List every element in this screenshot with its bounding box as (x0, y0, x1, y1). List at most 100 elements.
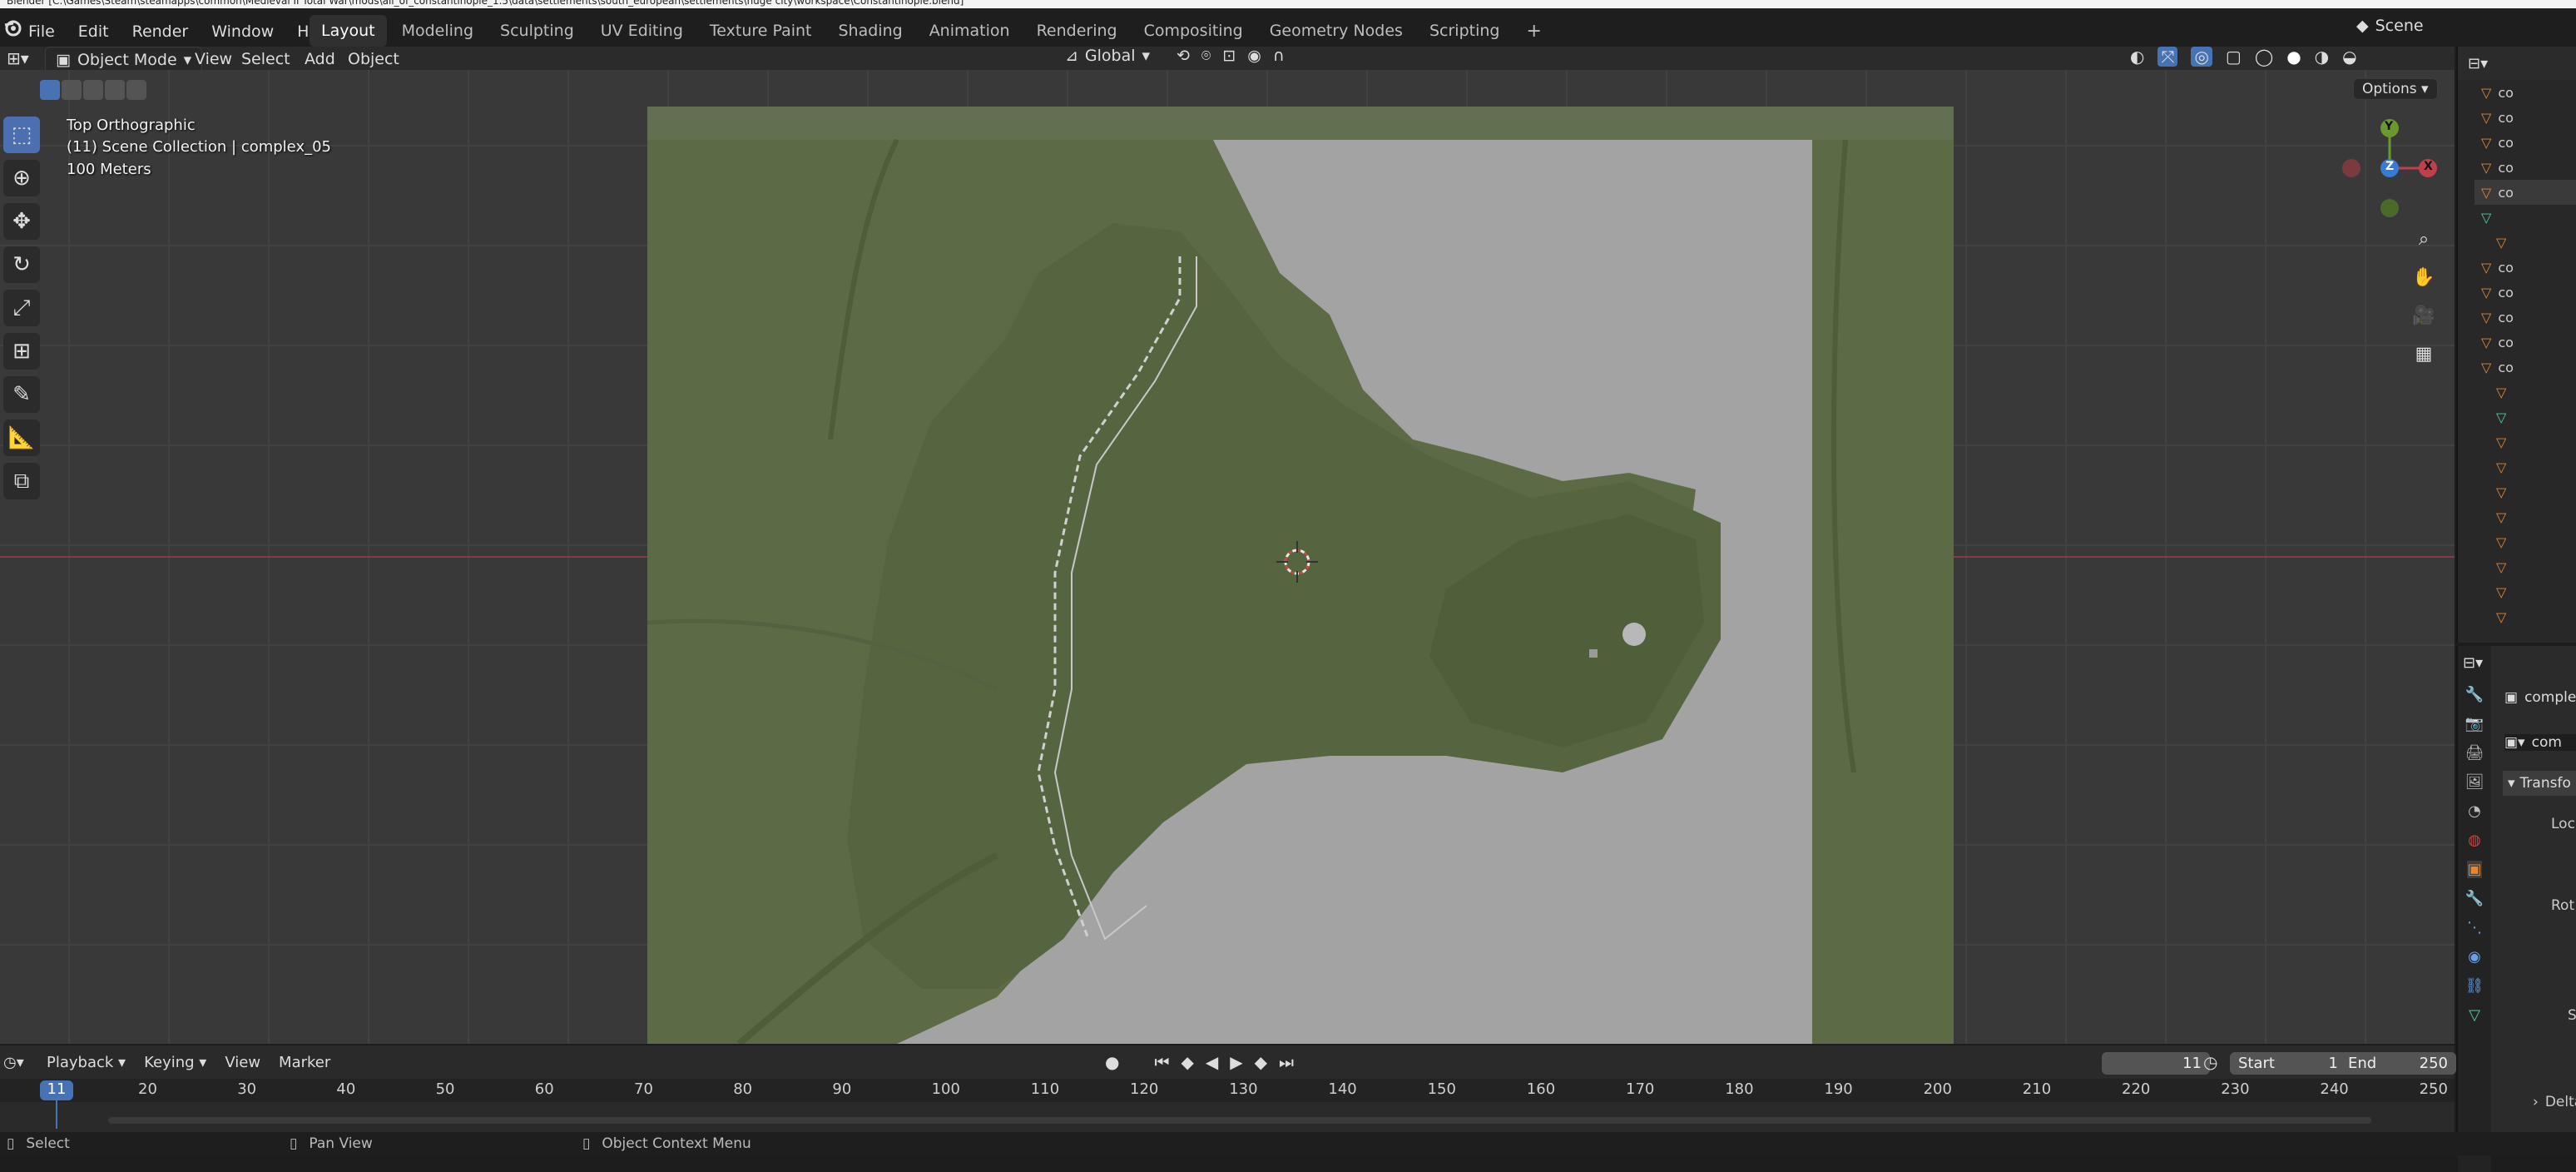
jump-start-icon[interactable]: ⏮ (1154, 1052, 1169, 1072)
scene-properties-icon[interactable]: ◔ (2468, 802, 2481, 820)
viewport-menu-select[interactable]: Select (241, 50, 290, 68)
timeline-menu-marker[interactable]: Marker (279, 1054, 330, 1071)
3d-cursor-icon[interactable] (1276, 541, 1318, 586)
timeline-menu-keying[interactable]: Keying ▾ (144, 1054, 206, 1071)
outliner-row[interactable]: ▽ co (2474, 255, 2576, 280)
next-keyframe-icon[interactable]: ◆ (1255, 1052, 1267, 1072)
rotate-tool-icon[interactable]: ↻ (3, 246, 40, 283)
snap-target-icon[interactable]: ⊡ (1222, 47, 1236, 65)
scale-tool-icon[interactable]: ⤢ (3, 290, 40, 326)
outliner-row[interactable]: ▽ (2474, 529, 2576, 554)
outliner-row[interactable]: ▽ co (2474, 355, 2576, 380)
outliner-row[interactable]: ▽ co (2474, 280, 2576, 305)
timeline-editor-icon[interactable]: ◷▾ (3, 1054, 24, 1071)
start-frame-field[interactable]: Start 1 (2230, 1052, 2346, 1075)
viewport-menu-object[interactable]: Object (348, 50, 399, 68)
outliner-row[interactable]: ▽ (2474, 604, 2576, 629)
filter-icon[interactable]: ⊟▾ (2468, 55, 2488, 72)
editor-type-icon[interactable]: ⊞▾ (7, 48, 29, 68)
grid-toggle-icon[interactable]: ▦ (2406, 336, 2441, 371)
timeline-scrollbar[interactable] (108, 1117, 2371, 1124)
menu-render[interactable]: Render (132, 22, 189, 41)
camera-icon[interactable]: 🎥 (2406, 298, 2441, 333)
add-workspace-icon[interactable]: + (1514, 14, 1553, 48)
viewport-menu-add[interactable]: Add (305, 50, 335, 68)
tab-sculpting[interactable]: Sculpting (488, 15, 586, 47)
select-extend-icon[interactable] (62, 80, 82, 100)
falloff-icon[interactable]: ∩ (1273, 47, 1285, 65)
timeline-menu-view[interactable]: View (225, 1054, 260, 1071)
tab-compositing[interactable]: Compositing (1132, 15, 1255, 47)
outliner-row[interactable]: ▽ co (2474, 155, 2576, 180)
view-layer-icon[interactable]: 🖼 (2465, 773, 2484, 791)
outliner-row[interactable]: ▽ co (2474, 330, 2576, 355)
current-frame-field[interactable]: 11 (2102, 1052, 2210, 1075)
tab-uv-editing[interactable]: UV Editing (589, 15, 695, 47)
outliner-row[interactable]: ▽ co (2474, 80, 2576, 105)
pan-hand-icon[interactable]: ✋ (2406, 260, 2441, 295)
data-name-field[interactable]: ▣▾ com (2504, 734, 2576, 751)
add-cube-tool-icon[interactable]: ⧉ (3, 463, 40, 499)
xray-icon[interactable]: ▢ (2226, 47, 2242, 67)
transform-orientation[interactable]: ⊿ Global ▾ (1065, 47, 1150, 65)
wireframe-shading-icon[interactable]: ◯ (2255, 47, 2273, 67)
select-invert-icon[interactable] (105, 80, 125, 100)
object-properties-icon[interactable]: ▣ (2467, 861, 2482, 878)
material-shading-icon[interactable]: ◑ (2315, 47, 2329, 67)
outliner-row[interactable]: ▽ (2474, 454, 2576, 479)
navigation-gizmo[interactable]: Y X Z (2330, 117, 2446, 225)
outliner-row[interactable]: ▽ co (2474, 180, 2576, 205)
scene-selector[interactable]: ◆ Scene (2356, 17, 2424, 35)
physics-icon[interactable]: ◉ (2468, 948, 2481, 966)
outliner-row[interactable]: ▽ co (2474, 305, 2576, 330)
gizmo-toggle-icon[interactable]: ⤧ (2157, 47, 2178, 67)
select-box-tool-icon[interactable]: ⬚ (3, 117, 40, 153)
outliner-row[interactable]: ▽ (2474, 205, 2576, 230)
rendered-shading-icon[interactable]: ◒ (2342, 47, 2356, 67)
outliner-row[interactable]: ▽ (2474, 405, 2576, 430)
delta-transform-header[interactable]: › Delta (2533, 1094, 2576, 1110)
outliner-row[interactable]: ▽ co (2474, 105, 2576, 130)
proportional-icon[interactable]: ◉ (1247, 47, 1261, 65)
outliner-row[interactable]: ▽ co (2474, 130, 2576, 155)
render-properties-icon[interactable]: 📷 (2465, 715, 2484, 732)
mesh-data-icon[interactable]: ▽ (2469, 1006, 2480, 1024)
tab-modeling[interactable]: Modeling (390, 15, 485, 47)
menu-edit[interactable]: Edit (78, 22, 109, 41)
particles-icon[interactable]: ⋱ (2467, 919, 2482, 936)
tab-scripting[interactable]: Scripting (1418, 15, 1512, 47)
outliner-panel[interactable]: ⊟▾ ▽ co ▽ co ▽ co ▽ co ▽ co ▽ ▽ ▽ co ▽ co ▽ co ▽ co ▽ co ▽ ▽ ▽ ▽ ▽… (2456, 47, 2576, 643)
snap-icon[interactable]: ⌾ (1201, 47, 1211, 65)
outliner-row[interactable]: ▽ (2474, 554, 2576, 579)
play-reverse-icon[interactable]: ◀ (1206, 1052, 1218, 1072)
solid-shading-icon[interactable]: ● (2286, 47, 2301, 67)
zoom-icon[interactable]: ⌕ (2406, 221, 2441, 256)
tab-geometry-nodes[interactable]: Geometry Nodes (1258, 15, 1414, 47)
jump-end-icon[interactable]: ⏭ (1279, 1052, 1294, 1072)
pivot-icon[interactable]: ⟲ (1177, 47, 1190, 65)
tab-animation[interactable]: Animation (918, 15, 1022, 47)
tab-rendering[interactable]: Rendering (1025, 15, 1129, 47)
timeline-menu-playback[interactable]: Playback ▾ (47, 1054, 126, 1071)
output-properties-icon[interactable]: 🖨 (2465, 744, 2484, 762)
outliner-row[interactable]: ▽ (2474, 380, 2576, 405)
options-dropdown[interactable]: Options ▾ (2353, 78, 2438, 100)
outliner-row[interactable]: ▽ (2474, 579, 2576, 604)
move-tool-icon[interactable]: ✥ (3, 203, 40, 240)
measure-tool-icon[interactable]: 📐 (3, 420, 40, 456)
blender-logo-icon[interactable] (3, 18, 22, 37)
outliner-row[interactable]: ▽ (2474, 504, 2576, 529)
tab-shading[interactable]: Shading (827, 15, 914, 47)
menu-window[interactable]: Window (211, 22, 274, 41)
outliner-row[interactable]: ▽ (2474, 479, 2576, 504)
tool-properties-icon[interactable]: 🔧 (2465, 686, 2484, 703)
annotate-tool-icon[interactable]: ✎ (3, 376, 40, 413)
modifier-properties-icon[interactable]: 🔧 (2465, 890, 2484, 907)
prev-keyframe-icon[interactable]: ◆ (1181, 1052, 1193, 1072)
transform-tool-icon[interactable]: ⊞ (3, 333, 40, 370)
object-name-field[interactable]: ▣ comple (2504, 689, 2576, 706)
viewport-menu-view[interactable]: View (195, 50, 232, 68)
world-properties-icon[interactable]: ◍ (2468, 832, 2481, 849)
cursor-tool-icon[interactable]: ⊕ (3, 160, 40, 196)
playhead[interactable]: 11 (40, 1080, 73, 1100)
